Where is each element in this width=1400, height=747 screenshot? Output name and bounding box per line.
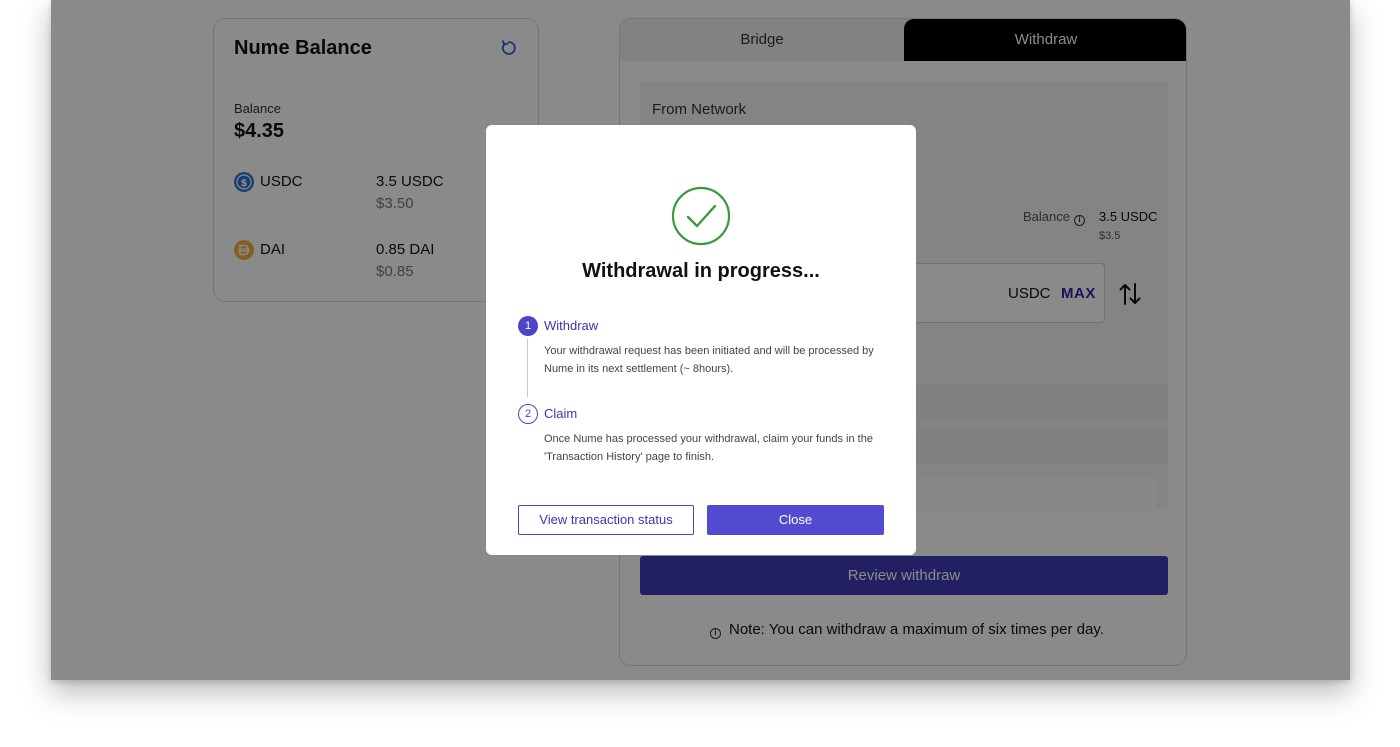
success-check-icon — [671, 186, 731, 246]
step-2-description: Once Nume has processed your withdrawal,… — [544, 433, 873, 463]
modal-title: Withdrawal in progress... — [582, 260, 820, 282]
step-1-description: Your withdrawal request has been initiat… — [544, 345, 874, 375]
view-transaction-status-button[interactable]: View transaction status — [518, 505, 694, 535]
step-1-title: Withdraw — [544, 318, 599, 333]
withdrawal-modal: Withdrawal in progress... 1 Withdraw You… — [486, 125, 916, 555]
close-button[interactable]: Close — [707, 505, 884, 535]
step-connector — [527, 339, 528, 397]
step-1-number: 1 — [518, 316, 538, 336]
step-2-title: Claim — [544, 406, 578, 421]
step-2-number: 2 — [518, 404, 538, 424]
